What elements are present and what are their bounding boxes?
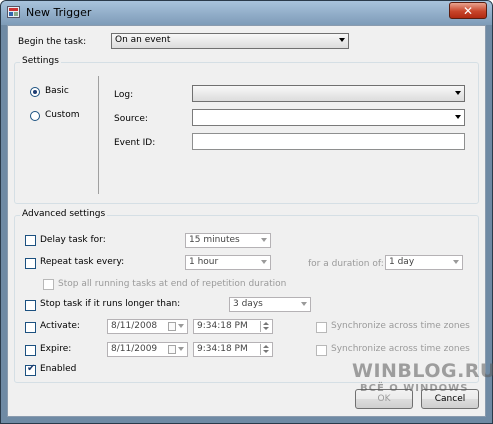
delay-dropdown[interactable]: 15 minutes xyxy=(185,233,271,248)
stop-longer-dropdown[interactable]: 3 days xyxy=(229,297,311,312)
radio-basic-label: Basic xyxy=(45,86,69,96)
radio-custom-label: Custom xyxy=(45,110,80,120)
sync-expire-checkbox[interactable] xyxy=(316,345,327,356)
watermark-subtitle: ВСЁ О WINDOWS xyxy=(360,383,469,394)
expire-time: 9:34:18 PM xyxy=(197,344,248,354)
window-title: New Trigger xyxy=(26,6,92,19)
delay-value: 15 minutes xyxy=(189,235,240,245)
sync-expire-label: Synchronize across time zones xyxy=(331,344,470,354)
stop-longer-checkbox[interactable] xyxy=(25,300,36,311)
expire-date: 8/11/2009 xyxy=(111,344,158,354)
chevron-down-icon xyxy=(178,324,184,328)
chevron-down-icon xyxy=(301,302,307,306)
sync-activate-checkbox[interactable] xyxy=(316,322,327,333)
chevron-down-icon xyxy=(455,91,461,95)
delay-checkbox[interactable] xyxy=(25,235,36,246)
duration-dropdown[interactable]: 1 day xyxy=(385,255,463,270)
activate-checkbox[interactable] xyxy=(25,322,36,333)
watermark-title: WINBLOG.RU xyxy=(352,360,493,382)
duration-label: for a duration of: xyxy=(308,259,384,269)
sync-activate-label: Synchronize across time zones xyxy=(331,321,470,331)
chevron-down-icon xyxy=(178,347,184,351)
expire-time-picker[interactable]: 9:34:18 PM xyxy=(193,342,273,357)
begin-task-value: On an event xyxy=(115,35,171,45)
stop-running-checkbox[interactable] xyxy=(43,279,54,290)
enabled-label: Enabled xyxy=(40,364,77,374)
activate-date: 8/11/2008 xyxy=(111,321,158,331)
expire-date-picker[interactable]: 8/11/2009 xyxy=(107,342,188,357)
radio-basic[interactable] xyxy=(30,87,40,97)
repeat-checkbox[interactable] xyxy=(25,258,36,269)
enabled-checkbox[interactable]: ✔ xyxy=(25,363,36,376)
source-label: Source: xyxy=(114,114,148,124)
checkmark-icon: ✔ xyxy=(27,363,36,374)
event-id-label: Event ID: xyxy=(114,138,156,148)
stop-longer-label: Stop task if it runs longer than: xyxy=(40,299,181,309)
chevron-down-icon xyxy=(261,238,267,242)
spinner-icon[interactable] xyxy=(260,344,271,355)
activate-label: Activate: xyxy=(40,321,80,331)
chevron-down-icon xyxy=(455,115,461,119)
duration-value: 1 day xyxy=(389,257,415,267)
settings-divider xyxy=(98,76,99,194)
repeat-label: Repeat task every: xyxy=(40,257,125,267)
settings-group-title: Settings xyxy=(20,56,61,66)
close-button[interactable]: ✕ xyxy=(449,2,487,19)
trigger-app-icon xyxy=(7,6,20,18)
repeat-dropdown[interactable]: 1 hour xyxy=(185,255,271,270)
chevron-down-icon xyxy=(261,260,267,264)
repeat-value: 1 hour xyxy=(189,257,219,267)
begin-task-label: Begin the task: xyxy=(18,37,87,47)
chevron-down-icon xyxy=(453,260,459,264)
chevron-down-icon xyxy=(339,38,345,42)
activate-date-picker[interactable]: 8/11/2008 xyxy=(107,319,188,334)
event-id-input[interactable] xyxy=(192,133,465,150)
activate-time-picker[interactable]: 9:34:18 PM xyxy=(193,319,273,334)
log-dropdown[interactable] xyxy=(192,85,465,102)
spinner-icon[interactable] xyxy=(260,321,271,332)
stop-longer-value: 3 days xyxy=(233,299,263,309)
source-combobox[interactable] xyxy=(192,109,465,126)
advanced-settings-title: Advanced settings xyxy=(20,209,108,219)
delay-label: Delay task for: xyxy=(40,235,106,245)
stop-running-label: Stop all running tasks at end of repetit… xyxy=(58,279,287,289)
activate-time: 9:34:18 PM xyxy=(197,321,248,331)
begin-task-dropdown[interactable]: On an event xyxy=(111,33,349,49)
expire-checkbox[interactable] xyxy=(25,345,36,356)
radio-custom[interactable] xyxy=(30,111,40,121)
expire-label: Expire: xyxy=(40,344,72,354)
calendar-icon xyxy=(168,322,176,331)
calendar-icon xyxy=(168,345,176,354)
log-label: Log: xyxy=(114,90,134,100)
